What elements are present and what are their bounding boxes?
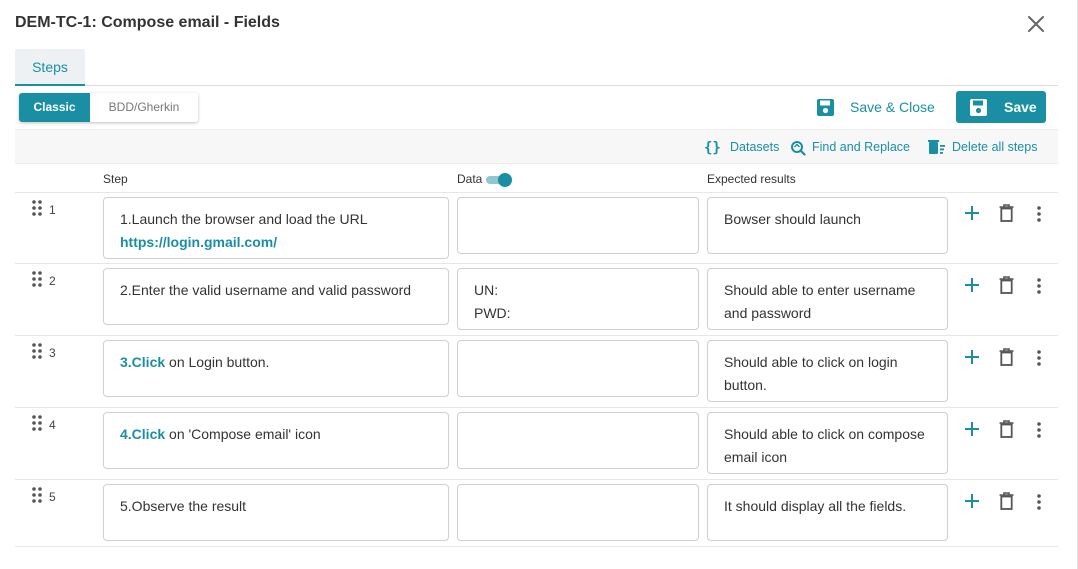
- step-text-line: 3.Click on Login button.: [120, 351, 432, 374]
- find-and-replace-label: Find and Replace: [812, 140, 910, 154]
- drag-handle-icon[interactable]: [32, 487, 42, 503]
- expected-field[interactable]: It should display all the fields.: [707, 484, 948, 541]
- data-line: PWD:: [474, 304, 511, 321]
- drag-handle-icon[interactable]: [32, 343, 42, 359]
- data-field[interactable]: UN: PWD:: [457, 268, 699, 330]
- tab-steps[interactable]: Steps: [15, 49, 85, 86]
- drag-handle-icon[interactable]: [32, 415, 42, 431]
- find-and-replace-button[interactable]: Find and Replace: [789, 138, 910, 156]
- expected-field[interactable]: Should able to click on compose email ic…: [707, 412, 948, 474]
- mode-switch: Classic BDD/Gherkin: [19, 93, 198, 122]
- step-text: 1.Launch the browser and load the URL: [120, 211, 368, 227]
- save-label: Save: [1004, 99, 1037, 115]
- step-field[interactable]: 5.Observe the result: [103, 484, 449, 541]
- click-keyword: 4.Click: [120, 426, 166, 442]
- expected-field[interactable]: Should able to enter username and passwo…: [707, 268, 948, 330]
- expected-field[interactable]: Bowser should launch: [707, 197, 948, 254]
- add-step-icon[interactable]: [964, 349, 980, 365]
- datasets-button[interactable]: {} Datasets: [704, 138, 779, 156]
- step-number: 3: [49, 346, 56, 360]
- step-field[interactable]: 2.Enter the valid username and valid pas…: [103, 268, 449, 325]
- row-divider: [15, 479, 1058, 480]
- step-text: 2.Enter the valid username and valid pas…: [120, 282, 412, 298]
- data-line: UN:: [474, 282, 499, 298]
- datasets-label: Datasets: [730, 140, 780, 154]
- drag-handle-icon[interactable]: [32, 200, 42, 216]
- row-divider: [15, 407, 1058, 408]
- add-step-icon[interactable]: [964, 277, 980, 293]
- dialog-title: DEM-TC-1: Compose email - Fields: [15, 14, 280, 31]
- more-options-icon[interactable]: [1037, 350, 1041, 366]
- more-options-icon[interactable]: [1037, 422, 1041, 438]
- trash-icon[interactable]: [999, 492, 1014, 510]
- more-options-icon[interactable]: [1037, 278, 1041, 294]
- step-field[interactable]: 4.Click on 'Compose email' icon: [103, 412, 449, 469]
- data-field[interactable]: [457, 340, 699, 397]
- step-text: on Login button.: [165, 354, 270, 370]
- svg-text:{}: {}: [704, 140, 721, 155]
- step-column-header: Step: [103, 172, 128, 186]
- row-divider: [15, 335, 1058, 336]
- expected-text: Bowser should launch: [724, 211, 861, 227]
- bdd-mode-button[interactable]: BDD/Gherkin: [90, 93, 198, 122]
- braces-icon: {}: [704, 140, 721, 155]
- steps-toolbar: {} Datasets Find and Replace Delete all …: [15, 129, 1058, 164]
- step-field[interactable]: 1.Launch the browser and load the URL ht…: [103, 197, 449, 259]
- save-and-close-label: Save & Close: [850, 99, 935, 115]
- expected-text: It should display all the fields.: [724, 498, 907, 514]
- step-text: on 'Compose email' icon: [165, 426, 321, 442]
- add-step-icon[interactable]: [964, 493, 980, 509]
- step-text: 5.Observe the result: [120, 498, 247, 514]
- data-toggle[interactable]: [486, 173, 512, 187]
- add-step-icon[interactable]: [964, 421, 980, 437]
- floppy-icon: [970, 98, 987, 116]
- step-field[interactable]: 3.Click on Login button.: [103, 340, 449, 397]
- delete-all-steps-label: Delete all steps: [952, 140, 1038, 154]
- save-and-close-button[interactable]: Save & Close: [816, 96, 935, 118]
- add-step-icon[interactable]: [964, 205, 980, 221]
- step-number: 2: [49, 274, 56, 288]
- find-replace-icon: [791, 140, 806, 156]
- edit-steps-dialog: DEM-TC-1: Compose email - Fields Steps C…: [0, 0, 1078, 569]
- row-divider: [15, 546, 1058, 547]
- step-number: 1: [49, 203, 56, 217]
- expected-text: Should able to enter username and passwo…: [724, 282, 916, 321]
- trash-icon[interactable]: [999, 420, 1014, 438]
- trash-icon[interactable]: [999, 348, 1014, 366]
- step-number: 5: [49, 490, 56, 504]
- drag-handle-icon[interactable]: [32, 271, 42, 287]
- row-divider: [15, 263, 1058, 264]
- step-text-line: 4.Click on 'Compose email' icon: [120, 423, 432, 446]
- trash-icon[interactable]: [999, 204, 1014, 222]
- step-number: 4: [49, 418, 56, 432]
- more-options-icon[interactable]: [1037, 494, 1041, 510]
- close-icon[interactable]: [1026, 14, 1046, 34]
- classic-mode-button[interactable]: Classic: [19, 93, 90, 122]
- data-column-header: Data: [457, 172, 483, 186]
- floppy-icon: [817, 98, 834, 116]
- data-field[interactable]: [457, 412, 699, 469]
- expected-field[interactable]: Should able to click on login button.: [707, 340, 948, 402]
- expected-text: Should able to click on compose email ic…: [724, 426, 925, 465]
- header-divider: [15, 192, 1058, 193]
- more-options-icon[interactable]: [1037, 206, 1041, 222]
- delete-list-icon: [928, 139, 945, 154]
- data-field[interactable]: [457, 197, 699, 254]
- click-keyword: 3.Click: [120, 354, 166, 370]
- delete-all-steps-button[interactable]: Delete all steps: [928, 138, 1037, 156]
- tab-bar: Steps: [15, 49, 1058, 86]
- save-button[interactable]: Save: [956, 91, 1046, 123]
- step-url-link[interactable]: https://login.gmail.com/: [120, 231, 432, 254]
- trash-icon[interactable]: [999, 276, 1014, 294]
- expected-text: Should able to click on login button.: [724, 354, 898, 393]
- toggle-knob: [498, 173, 512, 187]
- data-field[interactable]: [457, 484, 699, 541]
- expected-column-header: Expected results: [707, 172, 796, 186]
